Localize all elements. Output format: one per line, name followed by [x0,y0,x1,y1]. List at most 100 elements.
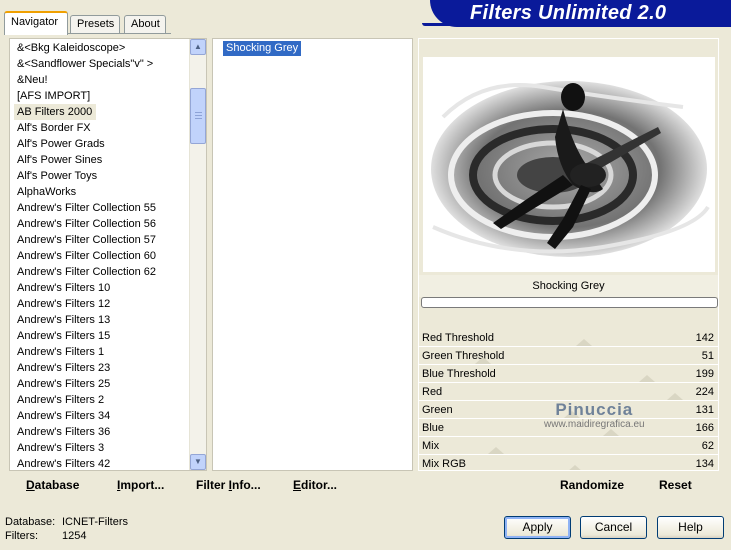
category-item-label: [AFS IMPORT] [17,90,91,102]
database-label: atabase [34,478,80,492]
scroll-up-button[interactable]: ▲ [190,39,206,55]
category-item[interactable]: &<Sandflower Specials"v" > [10,56,190,72]
app-banner: Filters Unlimited 2.0 [430,0,731,27]
category-item[interactable]: Andrew's Filter Collection 60 [10,248,190,264]
slider-thumb[interactable] [487,447,504,454]
slider-thumb[interactable] [475,357,492,364]
randomize-button[interactable]: Randomize [560,478,624,492]
category-item[interactable]: &Neu! [10,72,190,88]
category-item[interactable]: Alf's Border FX [10,120,190,136]
category-list[interactable]: &<Bkg Kaleidoscope> &<Sandflower Specials… [9,38,207,471]
category-item-label: Andrew's Filter Collection 55 [17,202,157,214]
category-item[interactable]: Andrew's Filters 3 [10,440,190,456]
apply-button[interactable]: Apply [504,516,571,539]
tab-about[interactable]: About [124,15,166,34]
editor-button[interactable]: Editor... [293,478,337,492]
category-item[interactable]: Andrew's Filters 10 [10,280,190,296]
category-item[interactable]: Andrew's Filters 12 [10,296,190,312]
category-item-label: Alf's Power Toys [17,170,98,182]
import-button[interactable]: Import... [117,478,164,492]
database-button[interactable]: Database [26,478,79,492]
grip-line [195,118,202,119]
category-item-label: Andrew's Filters 23 [17,362,111,374]
category-item[interactable]: Andrew's Filters 25 [10,376,190,392]
chevron-up-icon: ▲ [194,42,202,51]
reset-button[interactable]: Reset [659,478,692,492]
slider-thumb[interactable] [563,411,580,418]
category-item-label: Alf's Power Grads [17,138,105,150]
category-item[interactable]: Andrew's Filters 36 [10,424,190,440]
category-item[interactable]: Andrew's Filters 1 [10,344,190,360]
import-label: mport... [120,478,165,492]
slider-row[interactable]: Blue Threshold 199 [419,365,718,383]
category-item[interactable]: Andrew's Filters 23 [10,360,190,376]
slider-row[interactable]: Blue 166 [419,419,718,437]
category-item-label: &Neu! [17,74,48,86]
scroll-thumb[interactable] [190,88,206,144]
category-item[interactable]: Andrew's Filter Collection 55 [10,200,190,216]
category-item[interactable]: Andrew's Filters 15 [10,328,190,344]
category-item[interactable]: AB Filters 2000 [10,104,190,120]
slider-value: 134 [695,458,714,470]
slider-row[interactable]: Red 224 [419,383,718,401]
slider-list: Red Threshold 142 Green Threshold 51 Blue Th… [419,329,718,470]
category-scrollbar[interactable]: ▲ ▼ [189,39,206,470]
filter-list[interactable]: Shocking Grey [212,38,413,471]
tab-about-label: About [131,18,160,30]
scroll-down-button[interactable]: ▼ [190,454,206,470]
category-item[interactable]: Alf's Power Grads [10,136,190,152]
category-item-label: Alf's Border FX [17,122,91,134]
category-item-label: &<Sandflower Specials"v" > [17,58,154,70]
category-item[interactable]: Andrew's Filters 13 [10,312,190,328]
slider-thumb[interactable] [567,465,584,470]
category-item[interactable]: Andrew's Filter Collection 56 [10,216,190,232]
category-item[interactable]: Alf's Power Toys [10,168,190,184]
slider-row[interactable]: Green Threshold 51 [419,347,718,365]
category-item[interactable]: &<Bkg Kaleidoscope> [10,40,190,56]
slider-thumb[interactable] [666,393,683,400]
slider-value: 62 [701,440,714,452]
slider-row[interactable]: Mix RGB 134 [419,455,718,470]
slider-label: Mix RGB [422,458,466,470]
category-item-label: Andrew's Filter Collection 57 [17,234,157,246]
category-item-label: Alf's Power Sines [17,154,103,166]
category-item-label: Andrew's Filter Collection 56 [17,218,157,230]
slider-row[interactable]: Red Threshold 142 [419,329,718,347]
grip-line [195,115,202,116]
filter-item-selected[interactable]: Shocking Grey [223,41,302,56]
slider-row[interactable]: Mix 62 [419,437,718,455]
slider-thumb[interactable] [602,429,619,436]
database-info: Database: ICNET-Filters Filters: 1254 [5,515,128,543]
slider-row[interactable]: Green 131 [419,401,718,419]
category-item-label: &<Bkg Kaleidoscope> [17,42,126,54]
filters-count: 1254 [62,530,87,542]
slider-label: Red Threshold [422,332,494,344]
filter-info-button[interactable]: Filter Info... [196,478,261,492]
slider-value: 224 [695,386,714,398]
tab-navigator[interactable]: Navigator [4,11,68,35]
category-item[interactable]: Andrew's Filters 2 [10,392,190,408]
slider-thumb[interactable] [639,375,656,382]
filter-info-label: nfo... [232,478,261,492]
category-item[interactable]: [AFS IMPORT] [10,88,190,104]
slider-thumb[interactable] [576,339,593,346]
category-item[interactable]: AlphaWorks [10,184,190,200]
category-item[interactable]: Andrew's Filter Collection 57 [10,232,190,248]
category-item-label: Andrew's Filters 25 [17,378,111,390]
category-items: &<Bkg Kaleidoscope> &<Sandflower Specials… [10,40,190,470]
chevron-down-icon: ▼ [194,457,202,466]
category-item[interactable]: Andrew's Filters 42 [10,456,190,470]
grip-line [195,112,202,113]
slider-label: Green [422,404,453,416]
category-item[interactable]: Andrew's Filters 34 [10,408,190,424]
category-item-label: Andrew's Filters 13 [17,314,111,326]
slider-value: 51 [701,350,714,362]
preview-image [423,57,715,272]
cancel-button[interactable]: Cancel [580,516,647,539]
category-item[interactable]: Alf's Power Sines [10,152,190,168]
tab-presets[interactable]: Presets [70,15,120,34]
category-item[interactable]: Andrew's Filter Collection 62 [10,264,190,280]
category-item-label: Andrew's Filters 3 [17,442,105,454]
category-item-label: Andrew's Filters 12 [17,298,111,310]
help-button[interactable]: Help [657,516,724,539]
